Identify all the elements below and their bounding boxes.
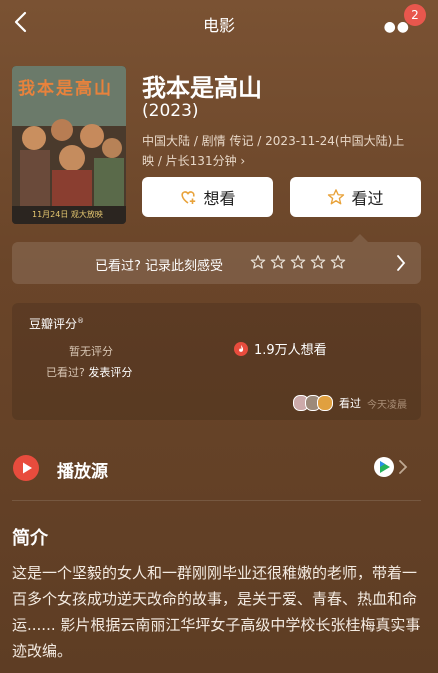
no-score-text: 暂无评分 <box>69 345 113 358</box>
friends-seen-time: 今天凌晨 <box>367 399 407 411</box>
star-outline-icon <box>328 189 345 205</box>
chevron-right-icon <box>399 460 408 474</box>
notification-badge: 2 <box>404 4 426 26</box>
seen-question: 已看过? 发表评分 <box>46 364 132 380</box>
play-circle-icon <box>13 455 39 481</box>
want-count-text: 1.9万人想看 <box>254 343 327 358</box>
rating-card: 豆瓣评分® 暂无评分 已看过? 发表评分 1.9万人想看 看过 今天凌晨 <box>12 303 421 420</box>
want-to-watch-label: 想看 <box>203 189 236 208</box>
douban-score-label: 豆瓣评分® <box>29 315 84 332</box>
play-source-row[interactable]: 播放源 <box>12 450 421 486</box>
rate-bar-pointer <box>352 234 368 242</box>
poster-title-art: 我本是高山 <box>18 79 113 99</box>
score-label-text: 豆瓣评分 <box>29 317 78 331</box>
play-source-provider[interactable] <box>373 456 409 478</box>
intro-text: 这是一个坚毅的女人和一群刚刚毕业还很稚嫩的老师，带着一百多个女孩成功逆天改命的故… <box>12 564 421 660</box>
want-count: 1.9万人想看 <box>234 339 327 358</box>
rating-star-icon[interactable] <box>330 254 346 270</box>
movie-year: (2023) <box>142 101 199 121</box>
nav-title: 电影 <box>202 16 235 35</box>
poster-date-text: 11月24日 观大放映 <box>32 210 103 219</box>
top-nav: 电影 ●● 2 <box>0 0 438 44</box>
score-label-mark: ® <box>77 317 85 325</box>
friends-seen[interactable]: 看过 今天凌晨 <box>293 395 407 411</box>
want-to-watch-button[interactable]: 想看 <box>142 177 273 217</box>
meta-line-1: 中国大陆 / 剧情 传记 / 2023-11-24(中国大陆)上 <box>142 134 405 148</box>
rating-star-icon[interactable] <box>310 254 326 270</box>
flame-icon <box>234 341 248 356</box>
section-divider <box>12 500 421 501</box>
meta-line-2: 映 / 片长131分钟 <box>142 154 237 168</box>
intro-heading: 简介 <box>12 528 48 549</box>
movie-meta[interactable]: 中国大陆 / 剧情 传记 / 2023-11-24(中国大陆)上 映 / 片长1… <box>142 131 422 171</box>
friend-avatars <box>293 395 333 411</box>
chevron-right-icon: › <box>240 154 246 168</box>
rating-star-icon[interactable] <box>250 254 266 270</box>
post-rating-link[interactable]: 发表评分 <box>88 366 132 379</box>
rating-star-icon[interactable] <box>270 254 286 270</box>
seen-label: 看过 <box>351 189 384 208</box>
movie-poster[interactable]: 我本是高山 11月24日 观大放映 <box>12 66 126 224</box>
rate-now-bar[interactable]: 已看过? 记录此刻感受 <box>12 234 421 284</box>
rate-now-text: 已看过? 记录此刻感受 <box>95 259 224 274</box>
avatar <box>317 395 333 411</box>
rating-star-icon[interactable] <box>290 254 306 270</box>
seen-button[interactable]: 看过 <box>290 177 421 217</box>
friends-seen-label: 看过 <box>339 397 361 410</box>
movie-title: 我本是高山 <box>142 74 262 102</box>
chevron-right-icon <box>397 255 406 271</box>
seen-question-text: 已看过? <box>46 366 85 379</box>
heart-plus-icon <box>181 191 196 204</box>
rating-stars[interactable] <box>250 254 346 270</box>
video-app-icon <box>374 457 394 477</box>
play-source-label: 播放源 <box>57 462 108 482</box>
